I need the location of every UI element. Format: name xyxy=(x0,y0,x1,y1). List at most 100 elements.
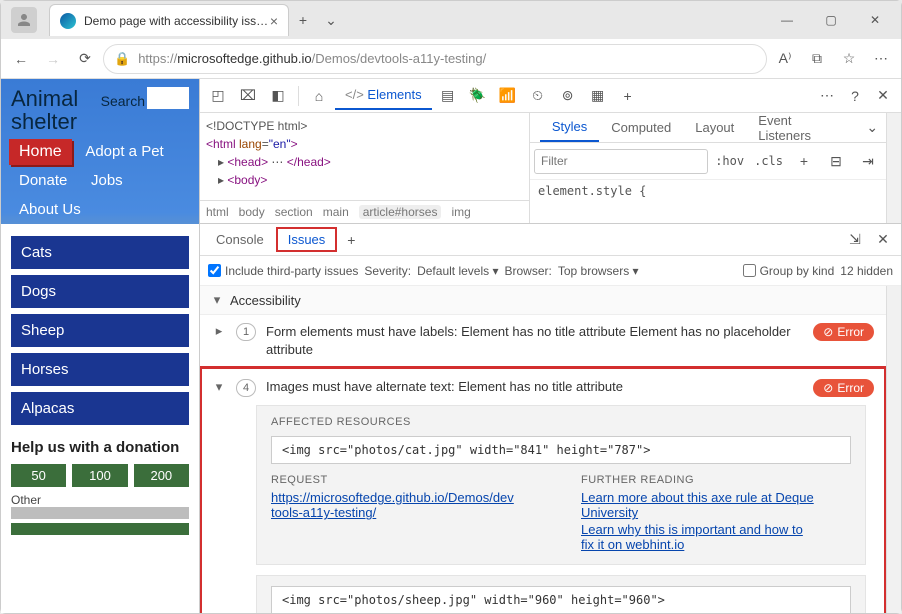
nav-donate[interactable]: Donate xyxy=(9,166,77,195)
favorite-icon[interactable]: ☆ xyxy=(835,45,863,73)
donate-200[interactable]: 200 xyxy=(134,464,189,487)
address-bar: ← → ⟳ 🔒 https:// microsoftedge.github.io… xyxy=(1,39,901,79)
window-close[interactable]: ✕ xyxy=(853,5,897,35)
computed-toggle-icon[interactable]: ⇥ xyxy=(854,147,882,175)
read-aloud-icon[interactable]: A⁾ xyxy=(771,45,799,73)
help-icon[interactable]: ? xyxy=(841,82,869,110)
tab-overflow-button[interactable]: ⌄ xyxy=(317,6,345,34)
refresh-button[interactable]: ⟳ xyxy=(71,45,99,73)
window-minimize[interactable]: — xyxy=(765,5,809,35)
further-link-webhint[interactable]: Learn why this is important and how to f… xyxy=(581,522,851,552)
memory-icon[interactable]: ⊚ xyxy=(554,82,582,110)
nav-about[interactable]: About Us xyxy=(9,195,91,224)
category-cats[interactable]: Cats xyxy=(11,236,189,269)
device-icon[interactable]: ⌧ xyxy=(234,82,262,110)
back-button[interactable]: ← xyxy=(7,45,35,73)
toggle-panel-icon[interactable]: ◧ xyxy=(264,82,292,110)
donate-50[interactable]: 50 xyxy=(11,464,66,487)
affected-code[interactable]: <img src="photos/cat.jpg" width="841" he… xyxy=(271,436,851,464)
tab-elements[interactable]: </> Elements xyxy=(335,81,432,110)
chevron-down-icon[interactable]: ▾ xyxy=(210,292,224,308)
category-horses[interactable]: Horses xyxy=(11,353,189,386)
collections-icon[interactable]: ⧉ xyxy=(803,45,831,73)
tab-close-icon[interactable]: × xyxy=(270,13,278,29)
severity-select[interactable]: Default levels ▾ xyxy=(417,264,498,278)
dom-breadcrumbs[interactable]: html body section main article#horses im… xyxy=(200,200,529,223)
site-title-1: Animal xyxy=(11,87,78,110)
donate-submit-bar[interactable] xyxy=(11,523,189,535)
new-tab-button[interactable]: + xyxy=(289,6,317,34)
issue-text: Images must have alternate text: Element… xyxy=(266,379,803,394)
donate-100[interactable]: 100 xyxy=(72,464,127,487)
drawer-scrollbar[interactable] xyxy=(886,286,901,613)
drawer-dock-icon[interactable]: ⇲ xyxy=(841,226,869,254)
nav-adopt[interactable]: Adopt a Pet xyxy=(75,137,173,166)
console-icon[interactable]: ▤ xyxy=(434,82,462,110)
settings-menu-icon[interactable]: ⋯ xyxy=(867,45,895,73)
further-link-axe[interactable]: Learn more about this axe rule at Deque … xyxy=(581,490,851,520)
ruler-icon[interactable]: ⊟ xyxy=(822,147,850,175)
url-field[interactable]: 🔒 https:// microsoftedge.github.io /Demo… xyxy=(103,44,767,74)
category-dogs[interactable]: Dogs xyxy=(11,275,189,308)
tab-event-listeners[interactable]: Event Listeners xyxy=(746,113,858,143)
drawer-tab-console[interactable]: Console xyxy=(204,227,276,252)
category-alpacas[interactable]: Alpacas xyxy=(11,392,189,425)
dom-line: ▸ <body> xyxy=(206,171,523,189)
chevron-down-icon[interactable]: ▾ xyxy=(212,379,226,395)
issue-row[interactable]: ▸ 1 Form elements must have labels: Elem… xyxy=(200,315,886,367)
devtools-close-icon[interactable]: ✕ xyxy=(869,82,897,110)
hov-toggle[interactable]: :hov xyxy=(712,152,747,170)
browser-select[interactable]: Top browsers ▾ xyxy=(558,264,639,278)
main-nav: Home Adopt a Pet Donate Jobs About Us xyxy=(1,137,199,224)
request-link[interactable]: https://microsoftedge.github.io/Demos/de… xyxy=(271,490,541,520)
affected-code[interactable]: <img src="photos/sheep.jpg" width="960" … xyxy=(271,586,851,613)
styles-scrollbar[interactable] xyxy=(886,113,901,223)
issue-row[interactable]: ▾ 4 Images must have alternate text: Ele… xyxy=(200,371,886,405)
search-input[interactable] xyxy=(147,87,189,109)
styles-overflow-icon[interactable]: ⌄ xyxy=(858,114,886,142)
nav-jobs[interactable]: Jobs xyxy=(81,166,133,195)
browser-tab[interactable]: Demo page with accessibility iss… × xyxy=(49,4,289,36)
drawer-add-tab[interactable]: + xyxy=(337,226,365,254)
url-host: microsoftedge.github.io xyxy=(177,51,311,66)
styles-filter[interactable] xyxy=(534,149,708,174)
search-label: Search xyxy=(101,93,145,109)
more-tools-icon[interactable]: ⋯ xyxy=(813,82,841,110)
dom-line: ▸ <head> ⋯ </head> xyxy=(206,153,523,171)
group-by-kind[interactable]: Group by kind xyxy=(743,264,835,278)
sources-icon[interactable]: 🪲 xyxy=(464,82,492,110)
application-icon[interactable]: ▦ xyxy=(584,82,612,110)
network-icon[interactable]: 📶 xyxy=(494,82,522,110)
tab-styles[interactable]: Styles xyxy=(540,113,599,142)
inspect-icon[interactable]: ◰ xyxy=(204,82,232,110)
page-content: Animal shelter Search Home Adopt a Pet D… xyxy=(1,79,199,613)
hidden-count[interactable]: 12 hidden xyxy=(840,264,893,278)
tab-layout[interactable]: Layout xyxy=(683,120,746,135)
cls-toggle[interactable]: .cls xyxy=(751,152,786,170)
chevron-right-icon[interactable]: ▸ xyxy=(212,323,226,339)
more-tabs-icon[interactable]: + xyxy=(614,82,642,110)
drawer-tab-issues[interactable]: Issues xyxy=(276,227,338,252)
style-rule[interactable]: element.style { xyxy=(530,180,886,202)
lock-icon: 🔒 xyxy=(114,51,130,67)
donate-other-bar[interactable] xyxy=(11,507,189,519)
issues-section-accessibility[interactable]: ▾ Accessibility xyxy=(200,286,886,315)
edge-favicon xyxy=(60,13,76,29)
forward-button: → xyxy=(39,45,67,73)
profile-avatar[interactable] xyxy=(11,7,37,33)
request-heading: REQUEST xyxy=(271,474,541,486)
include-3p-checkbox[interactable]: Include third-party issues xyxy=(208,264,358,278)
tab-computed[interactable]: Computed xyxy=(599,120,683,135)
donate-other-label: Other xyxy=(11,493,189,507)
performance-icon[interactable]: ⏲ xyxy=(524,82,552,110)
category-sheep[interactable]: Sheep xyxy=(11,314,189,347)
nav-home[interactable]: Home xyxy=(9,139,72,165)
welcome-icon[interactable]: ⌂ xyxy=(305,82,333,110)
issue-count: 1 xyxy=(236,323,256,341)
drawer-close-icon[interactable]: ✕ xyxy=(869,226,897,254)
new-rule-icon[interactable]: + xyxy=(790,147,818,175)
window-maximize[interactable]: ▢ xyxy=(809,5,853,35)
highlighted-issue: ▾ 4 Images must have alternate text: Ele… xyxy=(200,367,886,613)
dom-line: <html lang="en"> xyxy=(206,135,523,153)
dom-tree[interactable]: <!DOCTYPE html> <html lang="en"> ▸ <head… xyxy=(200,113,530,223)
